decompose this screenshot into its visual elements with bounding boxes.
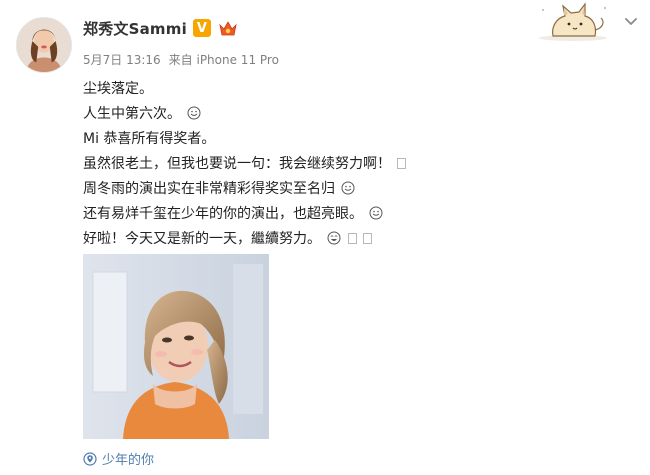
post-line-7: 好啦！今天又是新的一天，繼續努力。 [83,229,603,254]
post-line-5: 周冬雨的演出实在非常精彩得奖实至名归 [83,179,603,204]
post-line-1: 尘埃落定。 [83,79,603,104]
post-line-text: 还有易烊千玺在少年的你的演出，也超亮眼。 [83,206,363,222]
post-photo[interactable] [83,254,269,439]
missing-glyph-icon [397,158,407,169]
post-date[interactable]: 5月7日 13:16 [83,51,161,68]
smile-emoji-icon [187,106,201,120]
verified-v-badge-icon[interactable]: V [192,19,211,37]
post-line-text: 好啦！今天又是新的一天，繼續努力。 [83,231,321,247]
chevron-down-icon[interactable] [624,15,638,29]
crown-member-icon[interactable] [217,19,239,37]
post-meta: 5月7日 13:16 来自 iPhone 11 Pro [83,51,279,68]
avatar[interactable] [16,17,72,73]
post-line-text: 人生中第六次。 [83,106,181,122]
smile-emoji-icon [341,181,355,195]
post-line-6: 还有易烊千玺在少年的你的演出，也超亮眼。 [83,204,603,229]
post-photo-image [83,254,269,439]
weibo-post: 郑秀文Sammi V 5月7日 13:16 来自 iPhone 11 Pro 尘… [0,0,650,475]
missing-glyph-icon [363,233,373,244]
shiba-dog-sticker-icon [535,0,610,42]
post-line-text: 虽然很老土，但我也要说一句：我会继续努力啊！ [83,156,391,172]
post-line-text: 周冬雨的演出实在非常精彩得奖实至名归 [83,181,335,197]
post-line-2: 人生中第六次。 [83,104,603,129]
post-line-text: 尘埃落定。 [83,81,153,97]
author-row: 郑秀文Sammi V [83,16,239,40]
post-line-4: 虽然很老土，但我也要说一句：我会继续努力啊！ [83,154,603,179]
avatar-image [17,18,71,72]
post-text: 尘埃落定。 人生中第六次。 Mi 恭喜所有得奖者。 虽然很老土，但我也要说一句：… [83,79,603,254]
grin-emoji-icon [327,231,341,245]
post-source: 来自 iPhone 11 Pro [168,53,279,67]
missing-glyph-icon [347,233,357,244]
location-tag[interactable]: 少年的你 [83,449,154,468]
smile-emoji-icon [369,206,383,220]
post-line-3: Mi 恭喜所有得奖者。 [83,129,603,154]
username-link[interactable]: 郑秀文Sammi [83,18,187,39]
location-label[interactable]: 少年的你 [102,449,154,468]
post-line-text: Mi 恭喜所有得奖者。 [83,131,216,147]
location-pin-icon [83,451,97,466]
